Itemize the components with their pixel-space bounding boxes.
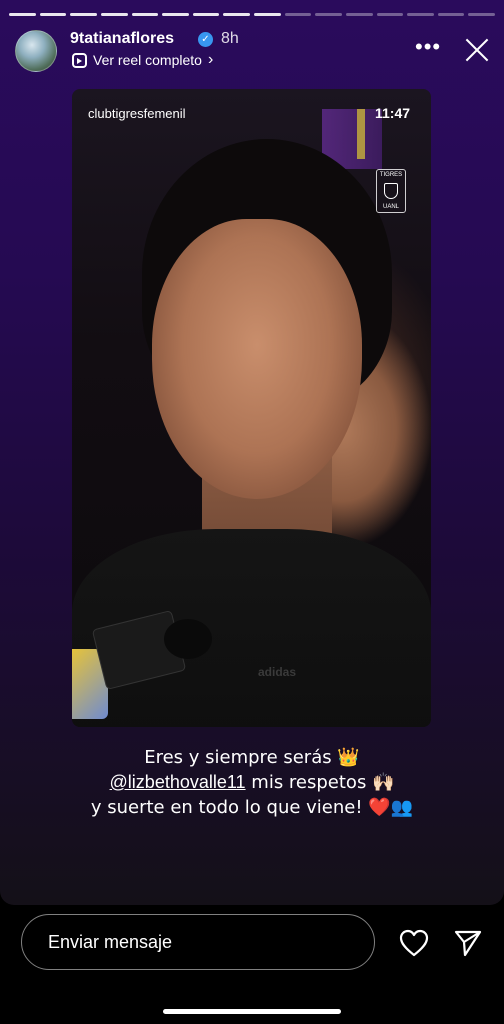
progress-segment: [9, 13, 36, 16]
more-options-icon[interactable]: •••: [415, 34, 441, 60]
close-icon[interactable]: [463, 36, 491, 64]
caption-line-2: @lizbethovalle11 mis respetos 🙌🏻: [109, 772, 395, 793]
caption-line-3: y suerte en todo lo que viene! ❤️👥: [90, 797, 414, 818]
home-indicator: [163, 1009, 341, 1014]
progress-segment: [345, 13, 373, 16]
reel-icon: [72, 52, 87, 68]
reel-time: 11:47: [375, 105, 411, 121]
story-progress-bar: [9, 13, 495, 16]
verified-badge-icon: ✓: [198, 32, 213, 47]
shield-icon: [384, 183, 398, 199]
background-stripe: [357, 109, 365, 159]
user-avatar[interactable]: [15, 30, 57, 72]
post-time: 8h: [221, 30, 239, 47]
progress-segment: [192, 13, 220, 16]
paper-plane-icon[interactable]: [454, 929, 482, 957]
progress-segment: [407, 13, 434, 16]
tigres-logo: TIGRES UANL: [376, 169, 406, 213]
progress-segment: [39, 13, 67, 16]
reel-account-name[interactable]: clubtigresfemenil: [88, 106, 186, 121]
view-full-reel-link[interactable]: Ver reel completo ›: [72, 51, 213, 69]
reel-preview[interactable]: adidas clubtigresfemenil 11:47 TIGRES UA…: [72, 89, 431, 727]
progress-segment: [70, 13, 97, 16]
shirt-brand-logo: adidas: [258, 665, 297, 679]
progress-segment: [100, 13, 128, 16]
view-full-reel-label: Ver reel completo: [93, 52, 202, 68]
progress-segment: [223, 13, 250, 16]
logo-text-top: TIGRES: [379, 172, 403, 178]
heart-icon[interactable]: [399, 929, 429, 957]
microphone-foam: [164, 619, 212, 659]
chevron-right-icon: ›: [207, 51, 214, 68]
caption-line-1: Eres y siempre serás 👑: [144, 747, 360, 768]
progress-segment: [437, 13, 465, 16]
logo-text-bottom: UANL: [382, 204, 399, 210]
progress-segment: [376, 13, 404, 16]
story-viewer[interactable]: 9tatianaflores ✓ 8h Ver reel completo › …: [0, 0, 504, 905]
progress-segment: [284, 13, 312, 16]
progress-segment: [131, 13, 159, 16]
progress-segment: [315, 13, 342, 16]
mention-link[interactable]: @lizbethovalle11: [110, 772, 246, 792]
progress-segment: [254, 13, 281, 16]
progress-segment: [468, 13, 495, 16]
person-face: [152, 219, 362, 499]
progress-segment: [162, 13, 189, 16]
message-input[interactable]: Enviar mensaje: [21, 914, 375, 970]
username[interactable]: 9tatianaflores: [70, 30, 174, 48]
